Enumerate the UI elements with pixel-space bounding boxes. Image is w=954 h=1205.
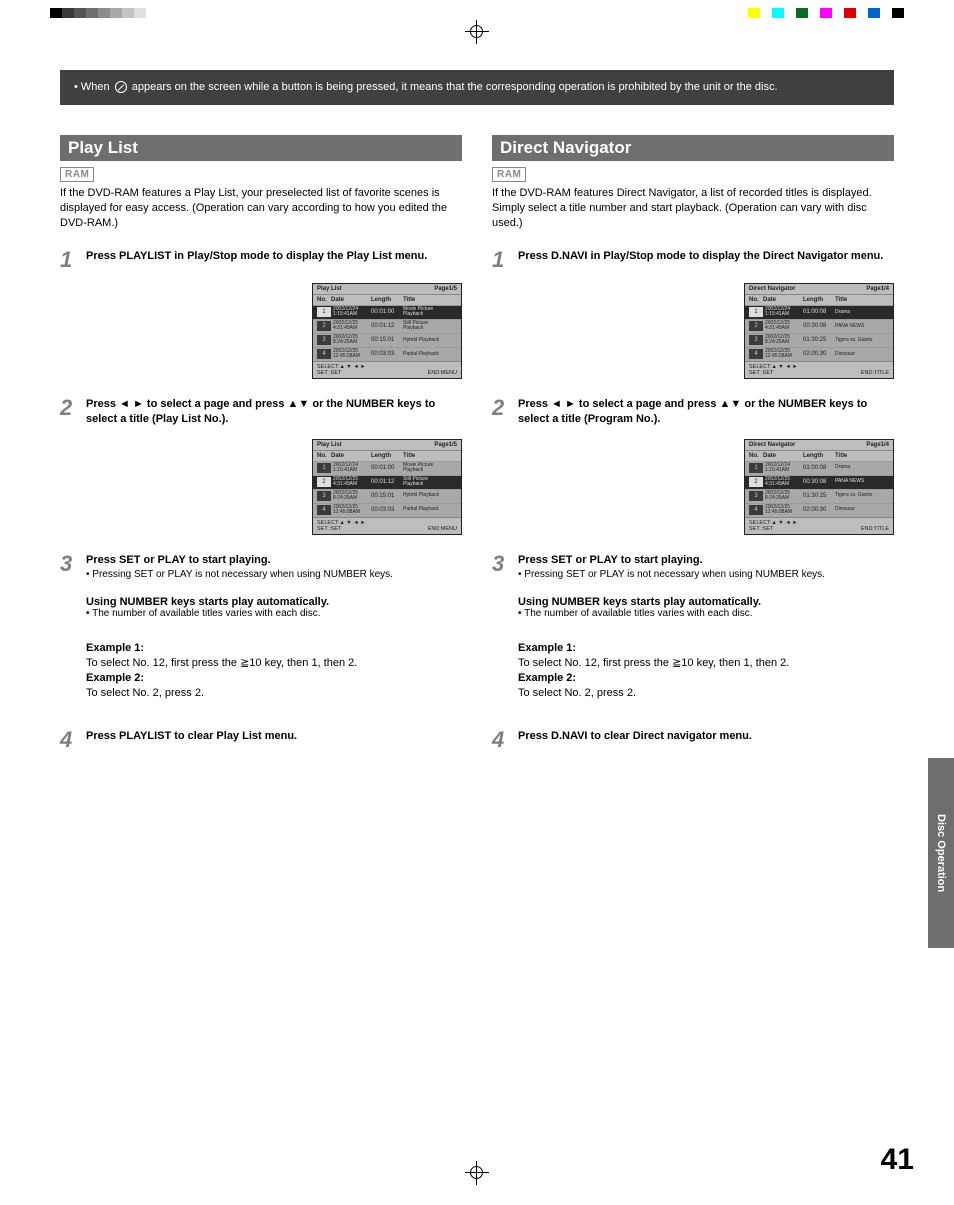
intro-text: If the DVD-RAM features Direct Navigator… (492, 186, 894, 231)
prohibit-icon (115, 81, 127, 93)
playlist-menu-screenshot-1: Play ListPage1/5 No.DateLengthTitle 1200… (312, 283, 462, 379)
step-text: Press ◄ ► to select a page and press ▲▼ … (518, 397, 894, 427)
step-2: 2 Press ◄ ► to select a page and press ▲… (492, 397, 894, 427)
notice-text-prefix: • When (74, 81, 110, 93)
step-number: 4 (492, 729, 508, 751)
step-text: Press PLAYLIST in Play/Stop mode to disp… (86, 249, 462, 264)
ram-badge: RAM (60, 167, 94, 182)
step-subtext: Pressing SET or PLAY is not necessary wh… (86, 569, 462, 580)
side-tab: Disc Operation (928, 758, 954, 948)
step-text: Press SET or PLAY to start playing. (518, 553, 894, 568)
page-content: • When appears on the screen while a but… (60, 70, 894, 1155)
step-1: 1 Press D.NAVI in Play/Stop mode to disp… (492, 249, 894, 271)
step-3: 3 Press SET or PLAY to start playing. Pr… (60, 553, 462, 581)
step-1: 1 Press PLAYLIST in Play/Stop mode to di… (60, 249, 462, 271)
step-text: Press SET or PLAY to start playing. (86, 553, 462, 568)
playlist-menu-screenshot-2: Play ListPage1/5 No.DateLengthTitle 1200… (312, 439, 462, 535)
step-text: Press D.NAVI in Play/Stop mode to displa… (518, 249, 894, 264)
page-number: 41 (881, 1143, 914, 1177)
step-subtext: Pressing SET or PLAY is not necessary wh… (518, 569, 894, 580)
step-4: 4 Press D.NAVI to clear Direct navigator… (492, 729, 894, 751)
step-text: Press D.NAVI to clear Direct navigator m… (518, 729, 894, 744)
step-number: 3 (492, 553, 508, 581)
prohibit-notice: • When appears on the screen while a but… (60, 70, 894, 105)
number-key-note: Using NUMBER keys starts play automatica… (518, 596, 894, 619)
registration-mark-icon (465, 1161, 489, 1185)
section-title: Play List (60, 135, 462, 161)
side-tab-label: Disc Operation (935, 814, 947, 892)
example-block: Example 1: To select No. 12, first press… (86, 641, 462, 700)
step-number: 1 (492, 249, 508, 271)
step-3: 3 Press SET or PLAY to start playing. Pr… (492, 553, 894, 581)
step-number: 2 (492, 397, 508, 427)
direct-navigator-column: Direct Navigator RAM If the DVD-RAM feat… (492, 135, 894, 762)
intro-text: If the DVD-RAM features a Play List, you… (60, 186, 462, 231)
section-title: Direct Navigator (492, 135, 894, 161)
step-number: 4 (60, 729, 76, 751)
step-number: 2 (60, 397, 76, 427)
step-4: 4 Press PLAYLIST to clear Play List menu… (60, 729, 462, 751)
step-2: 2 Press ◄ ► to select a page and press ▲… (60, 397, 462, 427)
ram-badge: RAM (492, 167, 526, 182)
number-key-note: Using NUMBER keys starts play automatica… (86, 596, 462, 619)
step-number: 1 (60, 249, 76, 271)
dnavi-menu-screenshot-2: Direct NavigatorPage1/4 No.DateLengthTit… (744, 439, 894, 535)
example-block: Example 1: To select No. 12, first press… (518, 641, 894, 700)
step-text: Press PLAYLIST to clear Play List menu. (86, 729, 462, 744)
notice-text-suffix: appears on the screen while a button is … (132, 81, 778, 93)
dnavi-menu-screenshot-1: Direct NavigatorPage1/4 No.DateLengthTit… (744, 283, 894, 379)
registration-mark-icon (465, 20, 489, 44)
step-text: Press ◄ ► to select a page and press ▲▼ … (86, 397, 462, 427)
playlist-column: Play List RAM If the DVD-RAM features a … (60, 135, 462, 762)
step-number: 3 (60, 553, 76, 581)
